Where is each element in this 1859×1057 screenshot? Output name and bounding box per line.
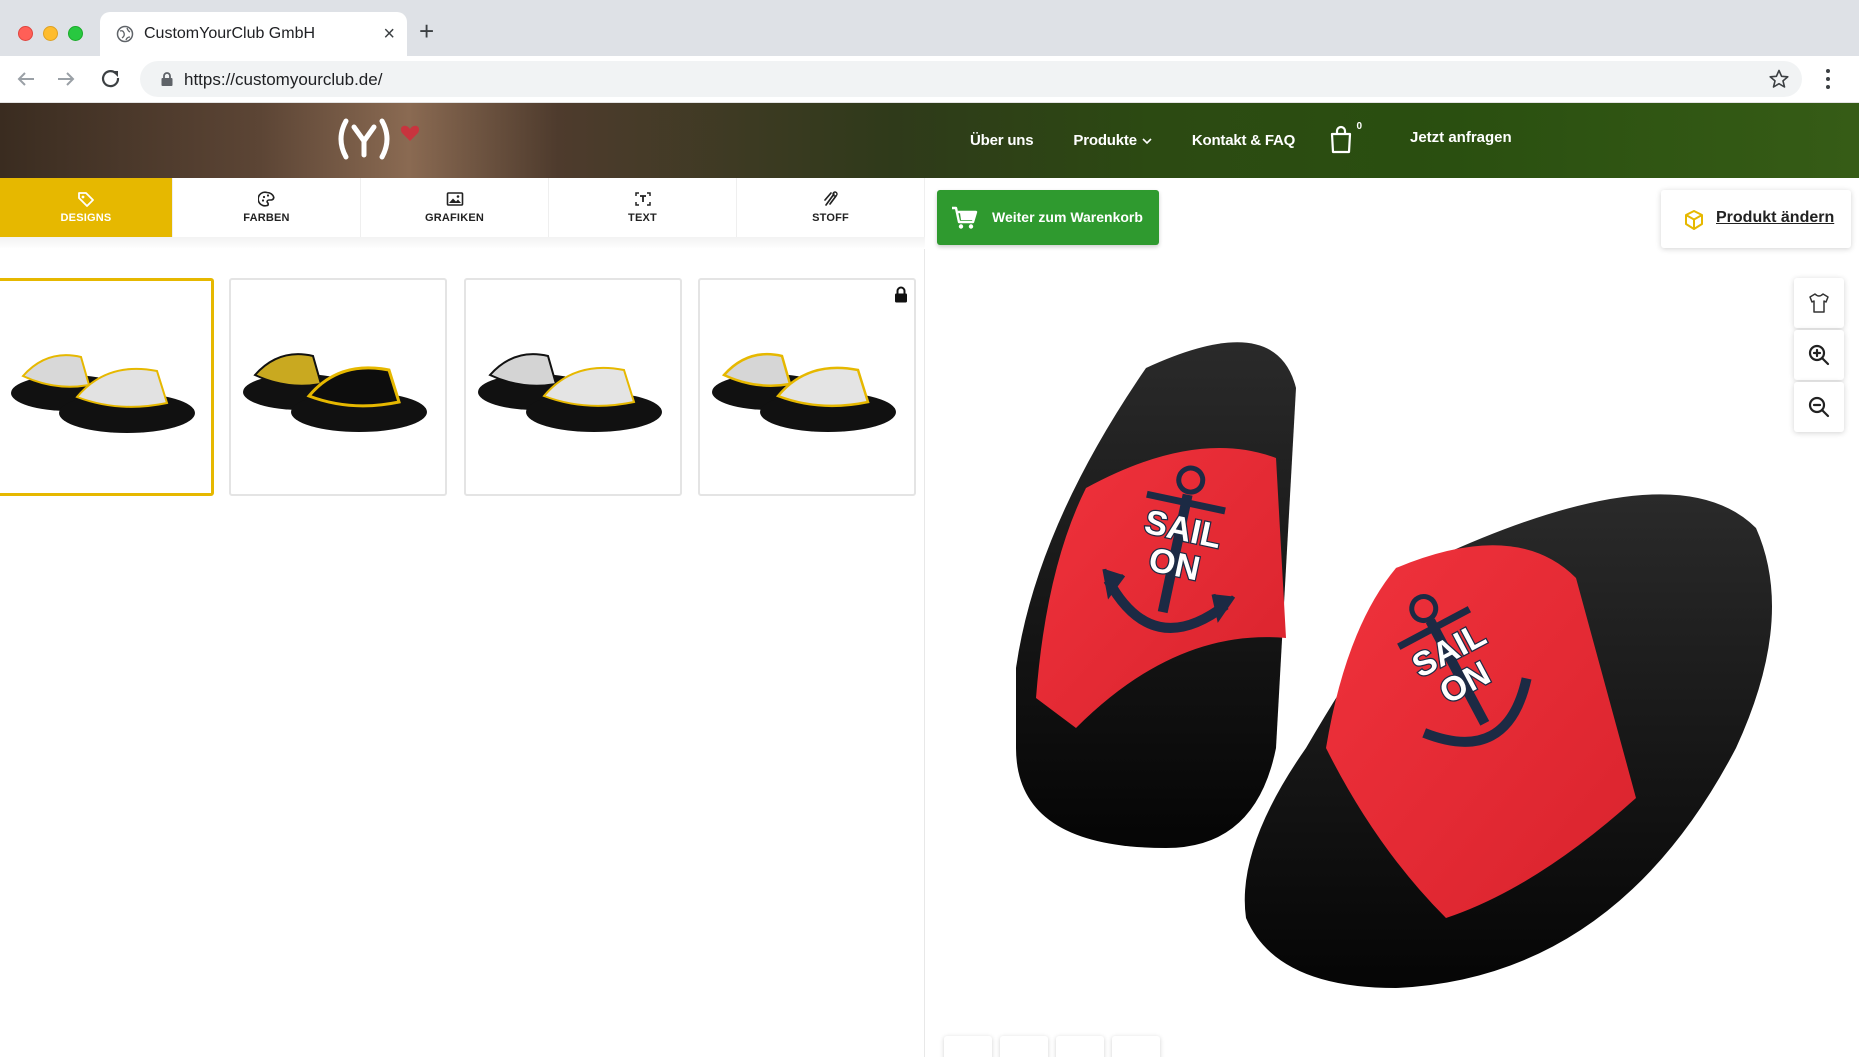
globe-icon <box>116 25 134 43</box>
tab-text-label: TEXT <box>628 212 657 224</box>
browser-tab-active[interactable]: CustomYourClub GmbH × <box>100 12 407 56</box>
design-card[interactable] <box>464 278 682 496</box>
design-card[interactable] <box>229 278 447 496</box>
site-header: Über uns Produkte Kontakt & FAQ 0 Jetzt … <box>0 103 1859 178</box>
reload-icon[interactable] <box>97 65 125 93</box>
tab-grafiken[interactable]: GRAFIKEN <box>361 178 549 237</box>
tag-icon <box>78 192 94 207</box>
continue-to-cart-button[interactable]: Weiter zum Warenkorb <box>937 190 1159 245</box>
browser-toolbar: https://customyourclub.de/ <box>0 56 1859 103</box>
browser-menu-icon[interactable] <box>1822 66 1834 92</box>
tab-grafiken-label: GRAFIKEN <box>424 212 485 224</box>
slide-sandal-thumbnail <box>478 353 662 432</box>
back-icon[interactable] <box>12 65 40 93</box>
browser-titlebar: CustomYourClub GmbH × + <box>0 0 1859 56</box>
tab-text[interactable]: TEXT <box>549 178 737 237</box>
rotate-button[interactable] <box>1056 1036 1104 1057</box>
browser-window: CustomYourClub GmbH × + https://customyo… <box>0 0 1859 1057</box>
close-window-button[interactable] <box>18 26 33 41</box>
url-text: https://customyourclub.de/ <box>184 70 383 89</box>
continue-to-cart-label: Weiter zum Warenkorb <box>992 209 1143 225</box>
nav-products[interactable]: Produkte <box>1073 132 1137 149</box>
zoom-in-icon <box>1808 344 1830 366</box>
bottom-toolbar <box>944 1036 1184 1057</box>
fullscreen-button[interactable] <box>1112 1036 1160 1057</box>
tool-tabs: DESIGNS FARBEN GRAFIKEN TEXT STOFF <box>0 178 925 237</box>
tabs-shadow <box>0 237 925 249</box>
customizer-sidebar: DESIGNS FARBEN GRAFIKEN TEXT STOFF <box>0 178 925 1057</box>
slide-sandal-thumbnail <box>243 353 427 432</box>
tab-farben-label: FARBEN <box>243 212 290 224</box>
shirt-view-button[interactable] <box>1794 278 1844 328</box>
maximize-window-button[interactable] <box>68 26 83 41</box>
minimize-window-button[interactable] <box>43 26 58 41</box>
lock-icon <box>895 286 907 303</box>
box-icon <box>1685 210 1703 230</box>
forward-icon[interactable] <box>52 65 80 93</box>
view-front-button[interactable] <box>944 1036 992 1057</box>
tab-designs-label: DESIGNS <box>60 212 112 224</box>
sandal-3d-preview[interactable]: SAIL ON SAIL ON <box>976 328 1806 1028</box>
change-product-button[interactable]: Produkt ändern <box>1661 190 1851 248</box>
image-icon <box>446 192 463 206</box>
tab-title: CustomYourClub GmbH <box>144 25 316 42</box>
text-icon <box>634 192 651 206</box>
shirt-icon <box>1809 293 1829 313</box>
tab-close-icon[interactable]: × <box>383 22 395 46</box>
change-product-label: Produkt ändern <box>1716 209 1835 226</box>
design-grid <box>0 278 925 500</box>
tab-stoff-label: STOFF <box>812 212 849 224</box>
cart-link[interactable]: 0 <box>1328 121 1362 155</box>
nav-contact-faq[interactable]: Kontakt & FAQ <box>1192 132 1295 149</box>
slide-sandal-thumbnail <box>712 352 896 432</box>
lock-icon <box>161 72 173 86</box>
bookmark-star-icon[interactable] <box>1768 68 1790 90</box>
fabric-icon <box>823 191 838 206</box>
nav-request-cta[interactable]: Jetzt anfragen <box>1410 129 1512 146</box>
address-bar[interactable]: https://customyourclub.de/ <box>140 61 1802 97</box>
tab-stoff[interactable]: STOFF <box>737 178 925 237</box>
slide-sandal-thumbnail <box>11 354 195 433</box>
view-side-button[interactable] <box>1000 1036 1048 1057</box>
main-nav: Über uns Produkte Kontakt & FAQ <box>970 103 1295 178</box>
nav-about[interactable]: Über uns <box>970 132 1034 149</box>
shopping-cart-icon <box>952 206 978 229</box>
new-tab-button[interactable]: + <box>419 18 434 44</box>
tab-farben[interactable]: FARBEN <box>173 178 361 237</box>
palette-icon <box>257 191 275 207</box>
cart-count-badge: 0 <box>1356 121 1362 132</box>
design-card[interactable] <box>0 278 214 496</box>
chevron-down-icon[interactable] <box>1142 136 1152 146</box>
brand-logo[interactable] <box>334 115 444 163</box>
product-preview-area: Weiter zum Warenkorb Produkt ändern SAIL… <box>926 178 1859 1057</box>
design-card[interactable] <box>698 278 916 496</box>
tab-designs[interactable]: DESIGNS <box>0 178 173 237</box>
zoom-out-icon <box>1808 396 1830 418</box>
